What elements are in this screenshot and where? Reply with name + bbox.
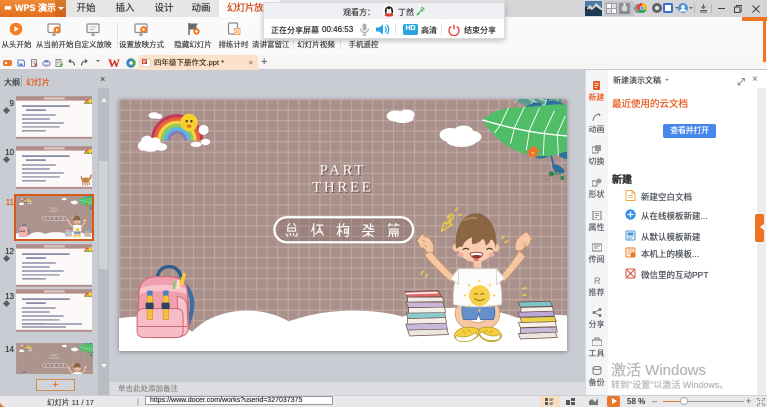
svg-text:R: R (594, 276, 601, 285)
